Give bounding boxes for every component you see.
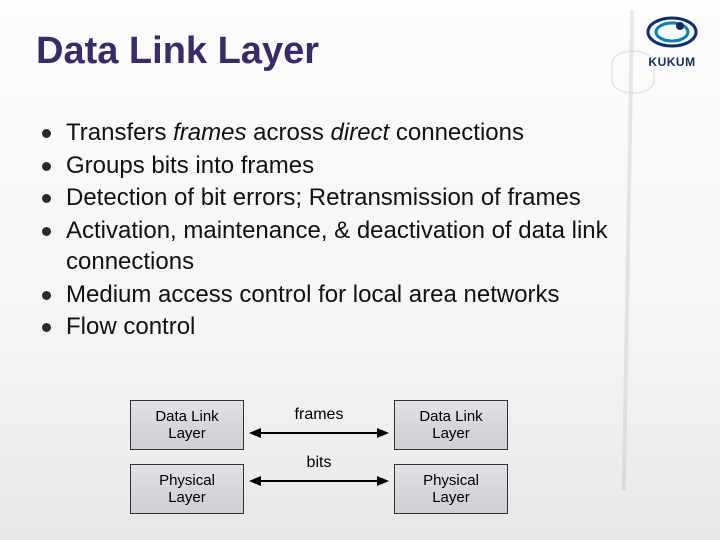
- physical-layer-box: PhysicalLayer: [394, 464, 508, 514]
- data-link-layer-box: Data LinkLayer: [394, 400, 508, 450]
- bits-label: bits: [307, 454, 332, 472]
- bullet-item: Groups bits into frames: [36, 151, 690, 182]
- left-stack: Data LinkLayer PhysicalLayer: [130, 400, 244, 514]
- bullet-item: Flow control: [36, 312, 690, 343]
- bullet-text: Transfers: [66, 119, 173, 146]
- bullet-italic: frames: [173, 119, 246, 146]
- right-stack: Data LinkLayer PhysicalLayer: [394, 400, 508, 514]
- layer-diagram: Data LinkLayer PhysicalLayer frames bits…: [130, 400, 508, 514]
- bullet-text: connections: [389, 119, 524, 146]
- logo-text: KUKUM: [644, 55, 700, 69]
- bullet-text: Medium access control for local area net…: [66, 281, 560, 308]
- bullet-text: across: [247, 119, 331, 146]
- physical-layer-box: PhysicalLayer: [130, 464, 244, 514]
- bullet-text: Detection of bit errors; Retransmission …: [66, 184, 581, 211]
- bullet-list: Transfers frames across direct connectio…: [36, 118, 690, 345]
- bullet-item: Transfers frames across direct connectio…: [36, 118, 690, 149]
- double-arrow-icon: [249, 474, 389, 488]
- logo: KUKUM: [644, 12, 700, 69]
- diagram-connectors: frames bits: [244, 400, 394, 488]
- bullet-item: Medium access control for local area net…: [36, 280, 690, 311]
- frames-connector: frames: [244, 406, 394, 440]
- slide-title: Data Link Layer: [36, 30, 319, 73]
- double-arrow-icon: [249, 426, 389, 440]
- data-link-layer-box: Data LinkLayer: [130, 400, 244, 450]
- bullet-text: Groups bits into frames: [66, 152, 314, 179]
- bullet-text: Activation, maintenance, & deactivation …: [66, 217, 608, 275]
- bullet-item: Detection of bit errors; Retransmission …: [36, 183, 690, 214]
- bullet-text: Flow control: [66, 313, 195, 340]
- logo-swirl-icon: [644, 12, 700, 52]
- bullet-item: Activation, maintenance, & deactivation …: [36, 216, 690, 277]
- frames-label: frames: [295, 406, 344, 424]
- bits-connector: bits: [244, 454, 394, 488]
- bullet-italic: direct: [331, 119, 390, 146]
